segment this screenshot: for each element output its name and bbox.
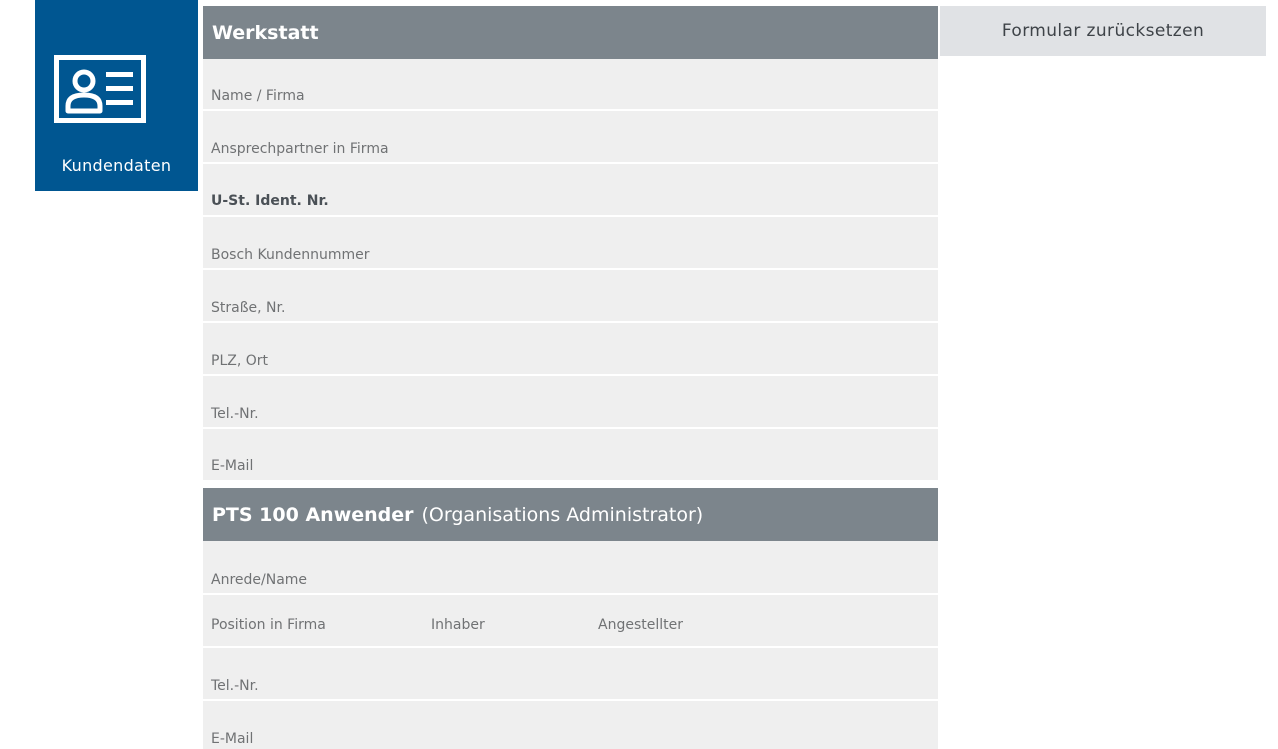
kundendaten-badge: Kundendaten [35,0,198,191]
field-label: E-Mail [211,731,254,747]
section-title-werkstatt: Werkstatt [212,21,319,44]
field-label: Anrede/Name [211,572,308,588]
field-label: Bosch Kundennummer [211,247,370,263]
badge-label: Kundendaten [61,156,172,175]
field-label: E-Mail [211,458,254,474]
field-ansprechpartner[interactable]: Ansprechpartner in Firma [203,111,938,162]
option-inhaber[interactable]: Inhaber [431,617,485,633]
section-header-anwender: PTS 100 Anwender (Organisations Administ… [203,488,938,541]
field-bosch-kundennummer[interactable]: Bosch Kundennummer [203,217,938,268]
field-ust-ident-nr[interactable]: U-St. Ident. Nr. [203,164,938,215]
field-name-firma[interactable]: Name / Firma [203,59,938,109]
section-subtitle-anwender: (Organisations Administrator) [421,503,704,526]
field-label: Tel.-Nr. [211,406,259,422]
field-label: Tel.-Nr. [211,678,259,694]
section-header-werkstatt: Werkstatt [203,6,938,59]
section-title-anwender: PTS 100 Anwender [212,503,414,526]
field-label: U-St. Ident. Nr. [211,193,329,209]
field-email[interactable]: E-Mail [203,429,938,480]
contact-card-icon [54,55,146,123]
field-anwender-email[interactable]: E-Mail [203,701,938,749]
field-label: Position in Firma [211,617,326,633]
field-plz-ort[interactable]: PLZ, Ort [203,323,938,374]
field-label: Straße, Nr. [211,300,286,316]
field-tel-nr[interactable]: Tel.-Nr. [203,376,938,427]
field-strasse-nr[interactable]: Straße, Nr. [203,270,938,321]
field-label: PLZ, Ort [211,353,268,369]
field-label: Name / Firma [211,88,305,104]
field-anrede-name[interactable]: Anrede/Name [203,541,938,593]
reset-form-button[interactable]: Formular zurücksetzen [940,6,1266,56]
field-position: Position in Firma Inhaber Angestellter [203,595,938,646]
field-label: Ansprechpartner in Firma [211,141,389,157]
field-anwender-tel-nr[interactable]: Tel.-Nr. [203,648,938,699]
option-angestellter[interactable]: Angestellter [598,617,683,633]
